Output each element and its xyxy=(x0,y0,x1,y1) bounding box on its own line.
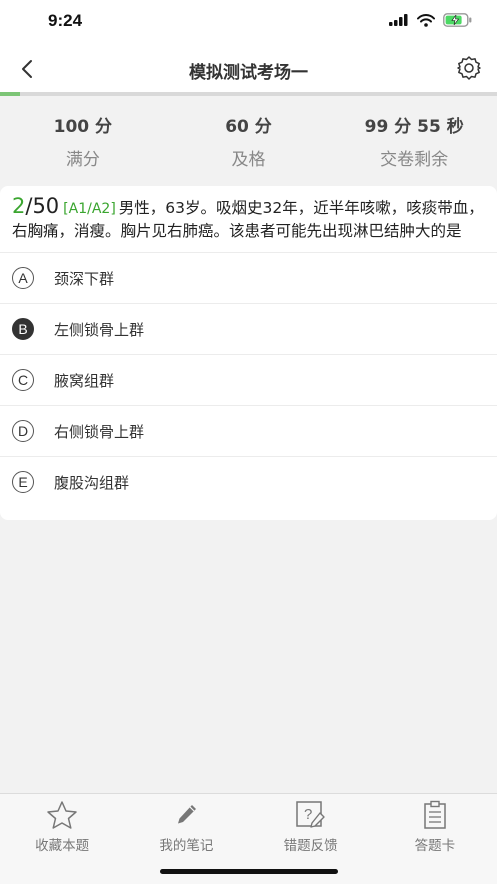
question-card: 2/50 [A1/A2] 男性，63岁。吸烟史32年，近半年咳嗽，咳痰带血，右胸痛，… xyxy=(0,186,497,520)
answer-sheet-icon xyxy=(424,800,446,829)
score-label: 及格 xyxy=(231,150,266,170)
option-text: 颈深下群 xyxy=(54,269,115,288)
status-bar: 9:24 xyxy=(0,0,497,44)
page-title: 模拟测试考场一 xyxy=(189,63,308,83)
option-a[interactable]: A 颈深下群 xyxy=(0,252,497,303)
tab-label: 错题反馈 xyxy=(283,838,338,854)
time-remaining: 99 分 55 秒 交卷剩余 xyxy=(331,96,497,174)
option-letter: B xyxy=(12,318,34,340)
option-text: 腹股沟组群 xyxy=(54,473,130,492)
settings-button[interactable] xyxy=(455,54,483,82)
feedback-icon: ? xyxy=(295,801,325,828)
option-b[interactable]: B 左侧锁骨上群 xyxy=(0,303,497,354)
tab-label: 收藏本题 xyxy=(35,838,90,854)
option-letter: A xyxy=(12,267,34,289)
battery-charging-icon xyxy=(443,13,472,27)
star-icon xyxy=(47,801,77,829)
score-value: 60 分 xyxy=(225,117,272,137)
pencil-icon xyxy=(178,805,197,824)
option-letter: C xyxy=(12,369,34,391)
home-indicator xyxy=(160,869,338,874)
tab-answer-sheet[interactable]: 答题卡 xyxy=(373,794,497,884)
option-d[interactable]: D 右侧锁骨上群 xyxy=(0,405,497,456)
option-e[interactable]: E 腹股沟组群 xyxy=(0,456,497,507)
option-c[interactable]: C 腋窝组群 xyxy=(0,354,497,405)
gear-icon xyxy=(457,56,481,80)
status-icons xyxy=(389,13,473,27)
signal-icon xyxy=(389,14,408,26)
option-text: 腋窝组群 xyxy=(54,371,115,390)
tab-favorite[interactable]: 收藏本题 xyxy=(0,794,124,884)
option-text: 右侧锁骨上群 xyxy=(54,422,145,441)
option-text: 左侧锁骨上群 xyxy=(54,320,145,339)
tab-label: 我的笔记 xyxy=(159,838,214,854)
svg-text:?: ? xyxy=(304,806,312,823)
score-value: 100 分 xyxy=(53,117,113,137)
timer-label: 交卷剩余 xyxy=(380,150,449,170)
score-label: 满分 xyxy=(65,150,100,170)
question-type: [A1/A2] xyxy=(63,201,116,217)
question-number: 2 xyxy=(12,194,26,218)
nav-bar: 模拟测试考场一 xyxy=(0,44,497,92)
question-total: /50 xyxy=(25,194,60,218)
option-letter: D xyxy=(12,420,34,442)
timer-value: 99 分 55 秒 xyxy=(364,117,464,137)
option-letter: E xyxy=(12,471,34,493)
pass-score: 60 分 及格 xyxy=(166,96,332,174)
question: 2/50 [A1/A2] 男性，63岁。吸烟史32年，近半年咳嗽，咳痰带血，右胸痛，… xyxy=(0,186,497,252)
status-time: 9:24 xyxy=(48,11,83,30)
tab-label: 答题卡 xyxy=(414,838,456,854)
score-panel: 100 分 满分 60 分 及格 99 分 55 秒 交卷剩余 xyxy=(0,96,497,174)
wifi-icon xyxy=(417,13,435,27)
full-score: 100 分 满分 xyxy=(0,96,166,174)
